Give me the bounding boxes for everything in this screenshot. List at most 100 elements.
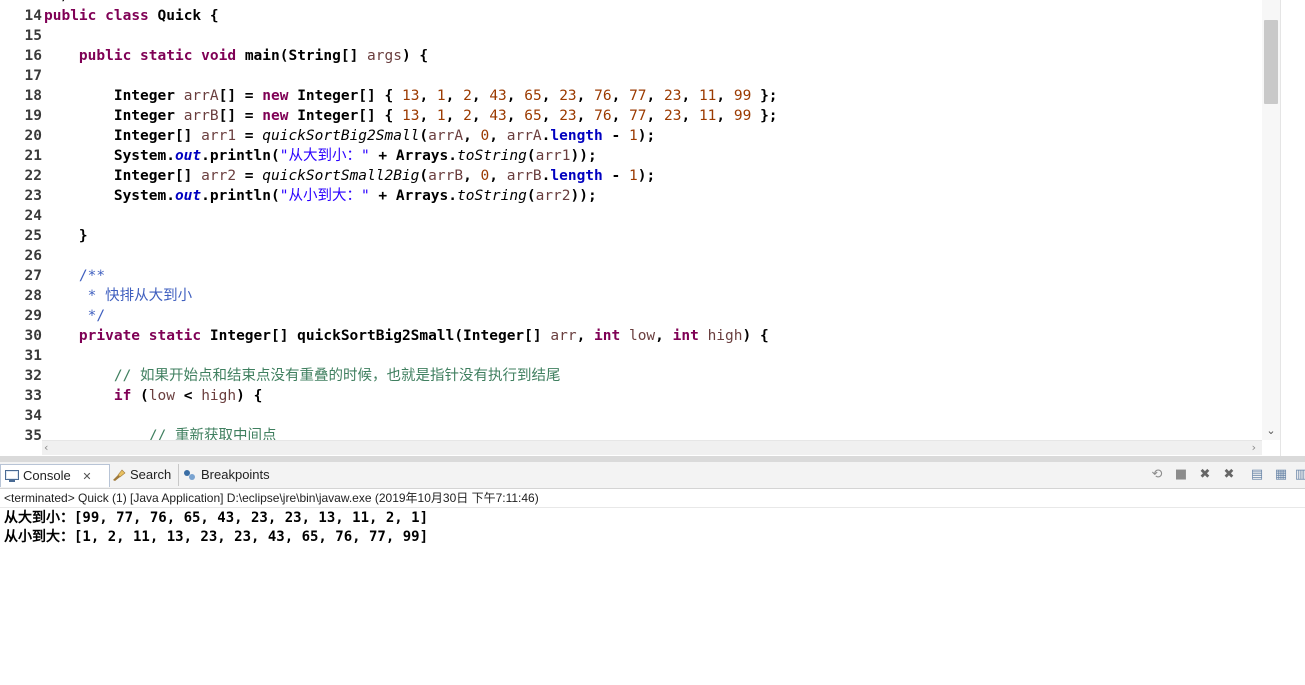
tab-breakpoints[interactable]: Breakpoints bbox=[178, 464, 281, 486]
code-token: static bbox=[148, 328, 202, 344]
code-token: 76 bbox=[594, 88, 612, 104]
editor-scroll-thumb[interactable] bbox=[1264, 20, 1278, 104]
tab-console[interactable]: Console ✕ bbox=[0, 464, 110, 487]
code-token: , bbox=[541, 88, 560, 104]
code-token: "从小到大：" bbox=[279, 188, 370, 204]
line-number: 32 bbox=[24, 368, 42, 384]
code-token: , bbox=[655, 328, 673, 344]
code-token: new bbox=[262, 88, 289, 104]
code-token: 13 bbox=[401, 108, 420, 124]
code-token: = bbox=[236, 128, 263, 144]
code-token: // 如果开始点和结束点没有重叠的时候，也就是指针没有执行到结尾 bbox=[113, 368, 561, 384]
close-icon[interactable]: ✕ bbox=[82, 470, 91, 483]
code-line[interactable]: 30 private static Integer[] quickSortBig… bbox=[0, 326, 1262, 346]
code-line[interactable]: 23 System.out.println("从小到大：" + Arrays.t… bbox=[0, 186, 1262, 206]
scroll-right-arrow-icon[interactable]: › bbox=[1252, 441, 1256, 455]
code-line[interactable]: 19 Integer arrB[] = new Integer[] { 13, … bbox=[0, 106, 1262, 126]
search-flashlight-icon bbox=[113, 469, 126, 481]
code-token: [] = bbox=[218, 88, 263, 104]
code-line[interactable]: 14 public class Quick { bbox=[0, 6, 1262, 26]
code-token: Integer bbox=[44, 108, 184, 124]
code-token: ( bbox=[131, 388, 149, 404]
code-line[interactable]: 17 bbox=[0, 66, 1262, 86]
code-line[interactable]: 33 if (low < high) { bbox=[0, 386, 1262, 406]
line-number: 17 bbox=[24, 68, 42, 84]
code-token: void bbox=[201, 48, 237, 64]
code-token: int bbox=[672, 328, 699, 344]
code-line[interactable]: 27 /** bbox=[0, 266, 1262, 286]
line-number: 34 bbox=[24, 408, 42, 424]
code-token: 13 bbox=[401, 88, 420, 104]
code-token: ( bbox=[526, 188, 536, 204]
code-token: 1 bbox=[628, 128, 638, 144]
editor-horizontal-scrollbar[interactable]: ‹ › bbox=[42, 440, 1262, 455]
code-token: , bbox=[646, 108, 664, 124]
scroll-left-arrow-icon[interactable]: ‹ bbox=[44, 441, 48, 455]
code-line[interactable]: 28 * 快排从大到小 bbox=[0, 286, 1262, 306]
terminate-icon[interactable]: ■ bbox=[1173, 467, 1189, 483]
code-token: System. bbox=[44, 188, 175, 204]
remove-all-icon[interactable]: ✖ bbox=[1221, 467, 1237, 483]
code-line[interactable]: 25 } bbox=[0, 226, 1262, 246]
code-token: + Arrays. bbox=[369, 188, 458, 204]
code-line[interactable]: 15 bbox=[0, 26, 1262, 46]
overview-ruler bbox=[1280, 0, 1305, 456]
code-line[interactable]: 26 bbox=[0, 246, 1262, 266]
code-token: 77 bbox=[629, 108, 647, 124]
code-line[interactable]: 16 public static void main(String[] args… bbox=[0, 46, 1262, 66]
code-token: , bbox=[611, 108, 630, 124]
code-token: , bbox=[489, 128, 507, 144]
code-line[interactable]: 31 bbox=[0, 346, 1262, 366]
scroll-down-arrow-icon[interactable]: ⌄ bbox=[1264, 424, 1278, 438]
console-output-line: 从大到小：[99, 77, 76, 65, 43, 23, 23, 13, 11… bbox=[4, 510, 429, 526]
code-token: arrA bbox=[183, 88, 219, 104]
code-line[interactable]: 32 // 如果开始点和结束点没有重叠的时候，也就是指针没有执行到结尾 bbox=[0, 366, 1262, 386]
code-token: 76 bbox=[594, 108, 612, 124]
code-token: - bbox=[602, 168, 629, 184]
line-number: 16 bbox=[24, 48, 42, 64]
code-token: /** bbox=[78, 268, 106, 284]
code-token: ); bbox=[637, 128, 656, 144]
remove-launch-icon[interactable]: ⟲ bbox=[1149, 467, 1165, 483]
line-number: 25 bbox=[24, 228, 42, 244]
code-token: , bbox=[646, 88, 664, 104]
scroll-lock-icon[interactable]: ▤ bbox=[1249, 467, 1265, 483]
code-editor[interactable]: 13 */14public class Quick {1516 public s… bbox=[0, 0, 1305, 456]
code-line[interactable]: 20 Integer[] arr1 = quickSortBig2Small(a… bbox=[0, 126, 1262, 146]
remove-all-terminated-icon[interactable]: ✖ bbox=[1197, 467, 1213, 483]
pin-console-icon[interactable]: ▥ bbox=[1293, 467, 1305, 483]
code-line[interactable]: 21 System.out.println("从大到小：" + Arrays.t… bbox=[0, 146, 1262, 166]
code-line[interactable]: 34 bbox=[0, 406, 1262, 426]
code-token: 65 bbox=[524, 108, 542, 124]
code-line[interactable]: 24 bbox=[0, 206, 1262, 226]
code-token: arr bbox=[550, 328, 577, 344]
console-output[interactable]: 从大到小：[99, 77, 76, 65, 43, 23, 23, 13, 11… bbox=[4, 509, 428, 547]
code-token: length bbox=[550, 128, 603, 144]
code-token: ( bbox=[419, 128, 429, 144]
code-line[interactable]: 18 Integer arrA[] = new Integer[] { 13, … bbox=[0, 86, 1262, 106]
code-token: arr1 bbox=[535, 148, 571, 164]
code-line[interactable]: 29 */ bbox=[0, 306, 1262, 326]
code-token: , bbox=[445, 108, 464, 124]
code-token: 65 bbox=[524, 88, 542, 104]
code-lines[interactable]: 13 */14public class Quick {1516 public s… bbox=[0, 0, 1262, 446]
word-wrap-icon[interactable]: ▦ bbox=[1273, 467, 1289, 483]
code-token: arrB bbox=[428, 168, 464, 184]
code-token: length bbox=[550, 168, 603, 184]
code-token: Quick { bbox=[148, 8, 219, 24]
code-token: , bbox=[576, 108, 595, 124]
code-line[interactable]: 22 Integer[] arr2 = quickSortSmall2Big(a… bbox=[0, 166, 1262, 186]
code-token: Integer[] { bbox=[288, 88, 402, 104]
line-number: 18 bbox=[24, 88, 42, 104]
code-token: arrA bbox=[428, 128, 464, 144]
tab-search[interactable]: Search bbox=[108, 464, 180, 486]
line-number: 28 bbox=[24, 288, 42, 304]
code-token: , bbox=[681, 88, 699, 104]
